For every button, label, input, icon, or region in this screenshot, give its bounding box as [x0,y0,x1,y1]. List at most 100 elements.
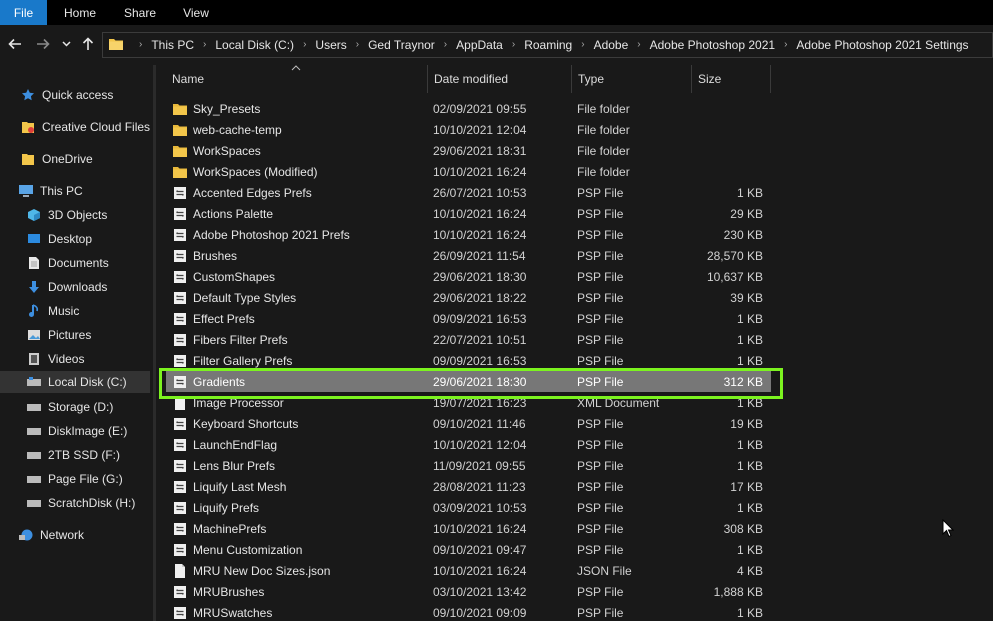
breadcrumb-users[interactable]: Users [315,38,346,52]
forward-button[interactable] [32,33,54,55]
file-name-cell: WorkSpaces [172,140,261,161]
folder-icon [108,36,124,55]
file-size-cell: 17 KB [730,479,763,494]
sidebar-item-label: Pictures [48,328,92,342]
date-modified-cell: 03/10/2021 13:42 [433,584,527,599]
breadcrumb-separator[interactable]: › [356,39,359,50]
table-row[interactable]: Brushes 26/09/2021 11:54 PSP File 28,570 KB [166,245,771,266]
breadcrumb-local-disk[interactable]: Local Disk (C:) [215,38,294,52]
date-modified-cell: 10/10/2021 12:04 [433,122,527,137]
sidebar-item-local-disk-c[interactable]: Local Disk (C:) [0,371,150,393]
breadcrumb-separator[interactable]: › [203,39,206,50]
date-modified-cell: 29/06/2021 18:30 [433,269,527,284]
table-row[interactable]: Adobe Photoshop 2021 Prefs 10/10/2021 16:… [166,224,771,245]
table-row[interactable]: MRUSwatches 09/10/2021 09:09 PSP File 1 KB [166,602,771,621]
breadcrumb-separator[interactable]: › [581,39,584,50]
sidebar-item-videos[interactable]: Videos [26,348,84,370]
sidebar-item-3d-objects[interactable]: 3D Objects [26,204,107,226]
column-header-size[interactable]: Size [692,65,771,93]
file-name: MRUBrushes [193,584,265,599]
breadcrumb-separator[interactable]: › [512,39,515,50]
table-row[interactable]: Liquify Last Mesh 28/08/2021 11:23 PSP Fil… [166,476,771,497]
breadcrumb-roaming[interactable]: Roaming [524,38,572,52]
table-row[interactable]: WorkSpaces 29/06/2021 18:31 File folder [166,140,771,161]
folder-icon [172,122,188,138]
table-row[interactable]: Effect Prefs 09/09/2021 16:53 PSP File 1 KB [166,308,771,329]
sidebar-item-network[interactable]: Network [18,524,84,546]
breadcrumb-separator[interactable]: › [784,39,787,50]
ribbon-tabs: File Home Share View [0,0,993,25]
sidebar-item-storage-d[interactable]: Storage (D:) [26,396,113,418]
breadcrumb-user[interactable]: Ged Traynor [368,38,435,52]
table-row[interactable]: Default Type Styles 29/06/2021 18:22 PSP F… [166,287,771,308]
column-header-date[interactable]: Date modified [428,65,572,93]
sidebar-item-onedrive[interactable]: OneDrive [20,148,93,170]
sidebar-item-scratchdisk-h[interactable]: ScratchDisk (H:) [26,492,135,514]
tab-view[interactable]: View [167,0,225,25]
table-row[interactable]: Liquify Prefs 03/09/2021 10:53 PSP File 1 K… [166,497,771,518]
table-row[interactable]: Keyboard Shortcuts 09/10/2021 11:46 PSP Fi… [166,413,771,434]
breadcrumb-separator[interactable]: › [637,39,640,50]
table-row[interactable]: web-cache-temp 10/10/2021 12:04 File folde… [166,119,771,140]
drive-icon [26,495,42,511]
tab-home[interactable]: Home [47,0,113,25]
breadcrumb-this-pc[interactable]: This PC [151,38,194,52]
file-name: Filter Gallery Prefs [193,353,293,368]
back-button[interactable] [4,33,26,55]
breadcrumb-settings[interactable]: Adobe Photoshop 2021 Settings [796,38,968,52]
sidebar-item-this-pc[interactable]: This PC [18,180,83,202]
breadcrumb-photoshop[interactable]: Adobe Photoshop 2021 [650,38,775,52]
file-name: Default Type Styles [193,290,297,305]
psp-file-icon [172,605,188,621]
column-header-type[interactable]: Type [572,65,692,93]
table-row[interactable]: Fibers Filter Prefs 22/07/2021 10:51 PSP F… [166,329,771,350]
breadcrumb-appdata[interactable]: AppData [456,38,503,52]
table-row[interactable]: MachinePrefs 10/10/2021 16:24 PSP File 308 … [166,518,771,539]
sidebar-item-downloads[interactable]: Downloads [26,276,107,298]
table-row[interactable]: Actions Palette 10/10/2021 16:24 PSP File 2… [166,203,771,224]
breadcrumb-separator[interactable]: › [444,39,447,50]
table-row[interactable]: Image Processor 19/07/2021 16:23 XML Docum… [166,392,771,413]
table-row[interactable]: Filter Gallery Prefs 09/09/2021 16:53 PSP … [166,350,771,371]
file-size-cell [697,161,763,182]
file-size-cell: 1 KB [736,311,763,326]
date-modified-cell: 11/09/2021 09:55 [433,458,526,473]
tab-share[interactable]: Share [113,0,167,25]
sidebar-item-pictures[interactable]: Pictures [26,324,91,346]
sidebar-item-page-file-g[interactable]: Page File (G:) [26,468,123,490]
file-type-cell: PSP File [577,542,624,557]
table-row[interactable]: Menu Customization 09/10/2021 09:47 PSP Fi… [166,539,771,560]
table-row[interactable]: LaunchEndFlag 10/10/2021 12:04 PSP File 1 K… [166,434,771,455]
address-bar[interactable]: › This PC › Local Disk (C:) › Users › Ge… [102,32,993,58]
breadcrumb-adobe[interactable]: Adobe [594,38,629,52]
recent-locations-button[interactable] [57,33,75,55]
file-name-cell: web-cache-temp [172,119,282,140]
date-modified-cell: 09/10/2021 09:47 [433,542,527,557]
column-header-name[interactable]: Name [166,65,428,93]
mouse-cursor-icon [942,519,954,538]
file-name: Accented Edges Prefs [193,185,312,200]
table-row[interactable]: MRUBrushes 03/10/2021 13:42 PSP File 1,888 … [166,581,771,602]
breadcrumb-separator[interactable]: › [303,39,306,50]
tab-file[interactable]: File [0,0,47,25]
table-row[interactable]: Lens Blur Prefs 11/09/2021 09:55 PSP File 1… [166,455,771,476]
table-row[interactable]: Sky_Presets 02/09/2021 09:55 File folder [166,98,771,119]
sidebar-item-diskimage-e[interactable]: DiskImage (E:) [26,420,127,442]
table-row[interactable]: Accented Edges Prefs 26/07/2021 10:53 PSP … [166,182,771,203]
sidebar-item-label: Page File (G:) [48,472,123,486]
sidebar-item-desktop[interactable]: Desktop [26,228,92,250]
table-row[interactable]: Gradients 29/06/2021 18:30 PSP File 312 KB [166,371,771,392]
sidebar-item-documents[interactable]: Documents [26,252,109,274]
date-modified-cell: 09/09/2021 16:53 [433,353,527,368]
up-button[interactable] [77,33,99,55]
table-row[interactable]: MRU New Doc Sizes.json 10/10/2021 16:24 JS… [166,560,771,581]
sidebar-item-quick-access[interactable]: Quick access [20,84,113,106]
table-row[interactable]: CustomShapes 29/06/2021 18:30 PSP File 10,6… [166,266,771,287]
sidebar-item-creative-cloud[interactable]: Creative Cloud Files [20,116,150,138]
file-name-cell: Liquify Prefs [172,497,259,518]
sidebar-item-2tb-ssd-f[interactable]: 2TB SSD (F:) [26,444,120,466]
sidebar-item-music[interactable]: Music [26,300,79,322]
file-size-cell: 1 KB [736,542,763,557]
psp-file-icon [172,437,188,453]
table-row[interactable]: WorkSpaces (Modified) 10/10/2021 16:24 Fil… [166,161,771,182]
